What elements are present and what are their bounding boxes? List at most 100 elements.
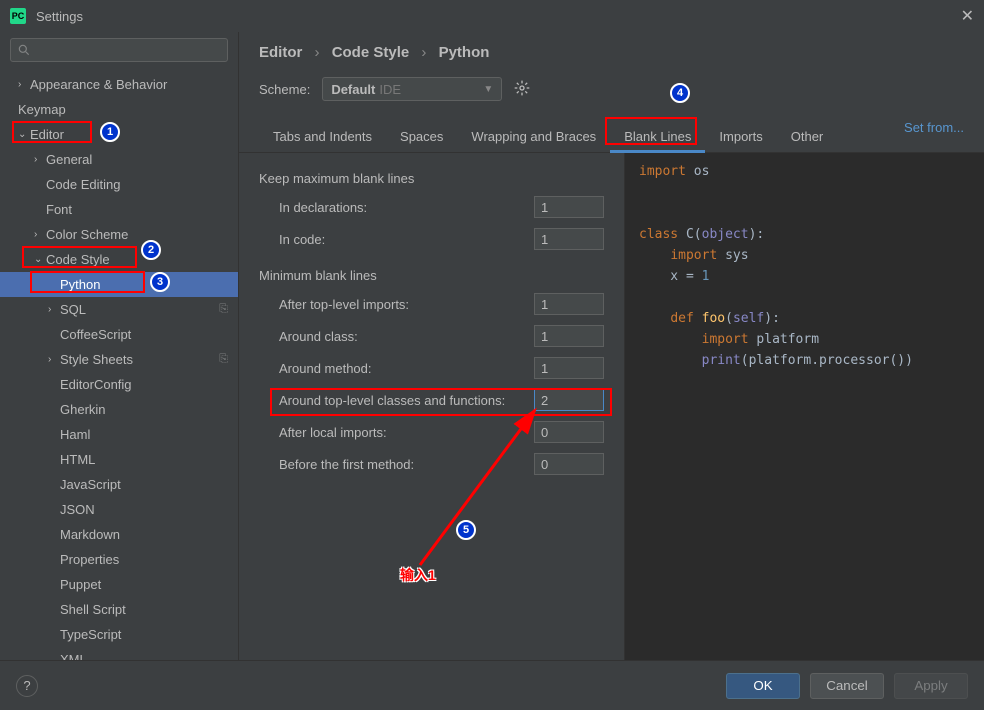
sidebar-item-gherkin[interactable]: Gherkin — [0, 397, 238, 422]
sidebar-item-appearance-behavior[interactable]: ›Appearance & Behavior — [0, 72, 238, 97]
sidebar-item-label: XML — [60, 652, 87, 660]
max-row-0: In declarations: — [259, 196, 604, 218]
scheme-name: Default — [331, 82, 375, 97]
chevron-right-icon: › — [34, 154, 46, 165]
code-line: def foo(self): — [625, 308, 984, 329]
sidebar-item-javascript[interactable]: JavaScript — [0, 472, 238, 497]
scheme-select[interactable]: DefaultIDE ▼ — [322, 77, 502, 101]
breadcrumb-editor[interactable]: Editor — [259, 44, 302, 61]
sidebar-item-label: Appearance & Behavior — [30, 77, 167, 92]
sidebar-item-shell-script[interactable]: Shell Script — [0, 597, 238, 622]
sidebar-item-editorconfig[interactable]: EditorConfig — [0, 372, 238, 397]
tab-imports[interactable]: Imports — [705, 121, 776, 152]
code-preview: import os class C(object): import sys x … — [624, 153, 984, 660]
field-label: Before the first method: — [279, 457, 534, 472]
cancel-button[interactable]: Cancel — [810, 673, 884, 699]
sidebar-item-label: EditorConfig — [60, 377, 132, 392]
sidebar: ›Appearance & BehaviorKeymap⌄Editor›Gene… — [0, 32, 239, 660]
chevron-right-icon: › — [48, 304, 60, 315]
sidebar-item-html[interactable]: HTML — [0, 447, 238, 472]
sidebar-item-haml[interactable]: Haml — [0, 422, 238, 447]
min-input-0[interactable] — [534, 293, 604, 315]
sidebar-item-keymap[interactable]: Keymap — [0, 97, 238, 122]
chevron-right-icon: › — [48, 354, 60, 365]
code-line — [625, 182, 984, 203]
help-button[interactable]: ? — [16, 675, 38, 697]
code-line — [625, 203, 984, 224]
sidebar-item-label: Editor — [30, 127, 64, 142]
min-input-1[interactable] — [534, 325, 604, 347]
sidebar-item-general[interactable]: ›General — [0, 147, 238, 172]
chevron-down-icon: ▼ — [483, 84, 493, 95]
apply-button[interactable]: Apply — [894, 673, 968, 699]
sidebar-item-label: Font — [46, 202, 72, 217]
sidebar-item-editor[interactable]: ⌄Editor — [0, 122, 238, 147]
chevron-right-icon: › — [315, 44, 320, 61]
sidebar-item-label: TypeScript — [60, 627, 121, 642]
chevron-right-icon: › — [18, 79, 30, 90]
sidebar-item-font[interactable]: Font — [0, 197, 238, 222]
sidebar-item-style-sheets[interactable]: ›Style Sheets⎘ — [0, 347, 238, 372]
tab-spaces[interactable]: Spaces — [386, 121, 457, 152]
chevron-right-icon: › — [34, 229, 46, 240]
sidebar-item-label: Code Style — [46, 252, 110, 267]
set-from-link[interactable]: Set from... — [904, 120, 964, 135]
sidebar-item-markdown[interactable]: Markdown — [0, 522, 238, 547]
sidebar-item-code-style[interactable]: ⌄Code Style — [0, 247, 238, 272]
field-label: Around class: — [279, 329, 534, 344]
sidebar-item-label: SQL — [60, 302, 86, 317]
field-label: In code: — [279, 232, 534, 247]
sidebar-item-json[interactable]: JSON — [0, 497, 238, 522]
code-line: x = 1 — [625, 266, 984, 287]
field-label: In declarations: — [279, 200, 534, 215]
sidebar-item-sql[interactable]: ›SQL ⎘ — [0, 297, 238, 322]
sidebar-item-python[interactable]: Python — [0, 272, 238, 297]
sidebar-item-typescript[interactable]: TypeScript — [0, 622, 238, 647]
titlebar: PC Settings ✕ — [0, 0, 984, 32]
min-row-3: Around top-level classes and functions: — [259, 389, 604, 411]
footer: ? OK Cancel Apply — [0, 660, 984, 710]
min-row-4: After local imports: — [259, 421, 604, 443]
sidebar-item-properties[interactable]: Properties — [0, 547, 238, 572]
max-input-1[interactable] — [534, 228, 604, 250]
close-icon[interactable]: ✕ — [961, 6, 974, 26]
ok-button[interactable]: OK — [726, 673, 800, 699]
code-line — [625, 287, 984, 308]
code-line: import os — [625, 161, 984, 182]
gear-icon[interactable] — [514, 80, 530, 99]
min-input-3[interactable] — [534, 389, 604, 411]
sidebar-item-coffeescript[interactable]: CoffeeScript — [0, 322, 238, 347]
sidebar-item-color-scheme[interactable]: ›Color Scheme — [0, 222, 238, 247]
sidebar-item-label: Color Scheme — [46, 227, 128, 242]
sidebar-item-puppet[interactable]: Puppet — [0, 572, 238, 597]
sidebar-item-label: Keymap — [18, 102, 66, 117]
field-label: After local imports: — [279, 425, 534, 440]
sidebar-item-label: CoffeeScript — [60, 327, 131, 342]
max-input-0[interactable] — [534, 196, 604, 218]
sidebar-item-xml[interactable]: XML — [0, 647, 238, 660]
sidebar-item-label: Shell Script — [60, 602, 126, 617]
min-input-4[interactable] — [534, 421, 604, 443]
sidebar-item-label: Properties — [60, 552, 119, 567]
max-row-1: In code: — [259, 228, 604, 250]
tab-other[interactable]: Other — [777, 121, 838, 152]
sidebar-item-label: Puppet — [60, 577, 101, 592]
settings-tree: ›Appearance & BehaviorKeymap⌄Editor›Gene… — [0, 68, 238, 660]
tab-blank-lines[interactable]: Blank Lines — [610, 121, 705, 152]
min-row-5: Before the first method: — [259, 453, 604, 475]
breadcrumb-codestyle[interactable]: Code Style — [332, 44, 410, 61]
min-input-2[interactable] — [534, 357, 604, 379]
min-input-5[interactable] — [534, 453, 604, 475]
search-input[interactable] — [10, 38, 228, 62]
sidebar-item-code-editing[interactable]: Code Editing — [0, 172, 238, 197]
sidebar-item-label: Python — [60, 277, 100, 292]
form-pane: Keep maximum blank lines In declarations… — [239, 153, 624, 660]
min-row-1: Around class: — [259, 325, 604, 347]
chevron-down-icon: ⌄ — [34, 254, 46, 265]
app-logo: PC — [10, 8, 26, 24]
copy-icon: ⎘ — [219, 303, 228, 316]
code-line: import sys — [625, 245, 984, 266]
tab-wrapping-and-braces[interactable]: Wrapping and Braces — [457, 121, 610, 152]
tab-tabs-and-indents[interactable]: Tabs and Indents — [259, 121, 386, 152]
scheme-label: Scheme: — [259, 82, 310, 97]
